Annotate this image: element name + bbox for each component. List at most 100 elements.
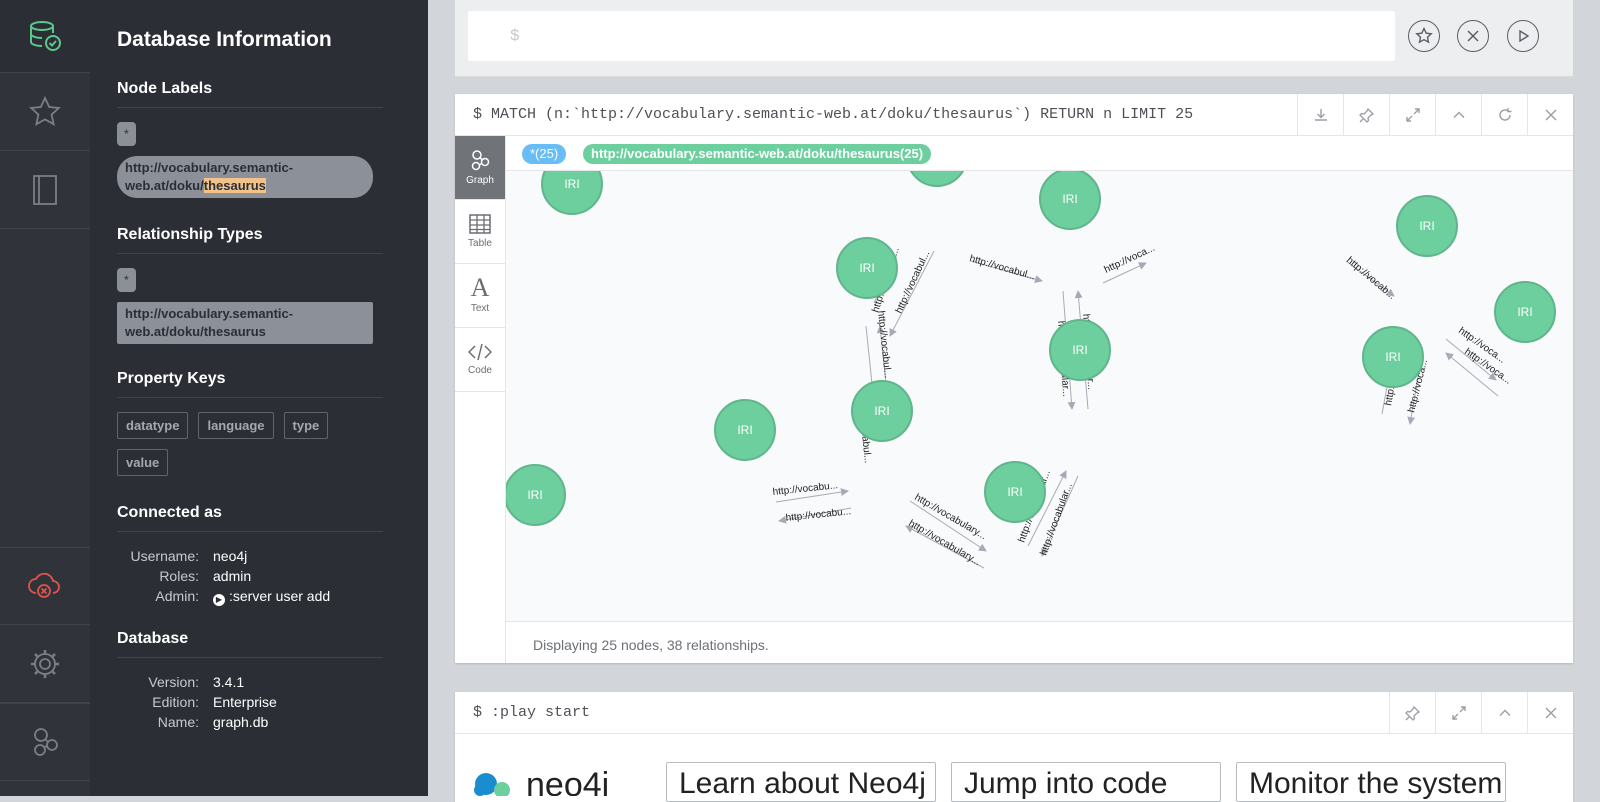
tab-code[interactable]: Code — [455, 328, 505, 392]
property-keys-heading: Property Keys — [117, 370, 383, 398]
name-row: Name: graph.db — [117, 712, 428, 732]
play-frame-header: $ :play start — [455, 692, 1573, 734]
username-value: neo4j — [213, 548, 248, 564]
favorites-nav-button[interactable] — [0, 73, 90, 151]
neo4j-logo-icon — [474, 773, 510, 796]
close-frame-button[interactable] — [1527, 94, 1573, 136]
settings-nav-button[interactable] — [0, 625, 90, 703]
all-relationship-types-pill[interactable]: * — [117, 268, 136, 292]
tab-graph[interactable]: Graph — [455, 136, 505, 200]
code-icon — [468, 343, 492, 361]
tab-table[interactable]: Table — [455, 200, 505, 264]
property-key-type[interactable]: type — [283, 412, 329, 439]
node-caption: IRI — [737, 423, 752, 437]
node-label-highlight: thesaurus — [203, 178, 266, 193]
graph-svg: http://vocabul... http://vocabul... http… — [506, 171, 1556, 569]
code-card[interactable]: Jump into code — [951, 762, 1221, 802]
query-editor-bar: $ — [455, 0, 1573, 77]
node-caption: IRI — [1007, 485, 1022, 499]
edge-caption: http://vocabu... — [772, 480, 838, 498]
refresh-icon — [1498, 108, 1511, 121]
table-icon — [469, 214, 491, 234]
roles-row: Roles: admin — [117, 566, 428, 586]
play-icon: ▶ — [213, 594, 225, 606]
database-info-drawer: Database Information Node Labels * http:… — [90, 0, 428, 796]
admin-command-link[interactable]: ▶:server user add — [213, 586, 330, 606]
all-node-labels-pill[interactable]: * — [117, 122, 136, 146]
legend-all-pill[interactable]: *(25) — [522, 144, 567, 164]
version-row: Version: 3.4.1 — [117, 672, 428, 692]
database-nav-button[interactable] — [0, 0, 90, 73]
rerun-button[interactable] — [1481, 94, 1527, 136]
username-row: Username: neo4j — [117, 546, 428, 566]
node-caption: IRI — [874, 404, 889, 418]
relationship-type-pill[interactable]: http://vocabulary.semantic-web.at/doku/t… — [117, 302, 373, 344]
admin-label: Admin: — [155, 588, 199, 604]
tab-text-label: Text — [470, 303, 490, 314]
roles-value: admin — [213, 568, 252, 584]
view-tabs: Graph Table A Text Code — [455, 136, 506, 663]
name-value: graph.db — [213, 714, 269, 730]
cloud-error-icon — [28, 572, 60, 598]
close-frame-button[interactable] — [1527, 692, 1573, 734]
monitor-card[interactable]: Monitor the system — [1236, 762, 1506, 802]
frame-toolbar — [1297, 94, 1573, 136]
fullscreen-button[interactable] — [1389, 94, 1435, 136]
query-editor-input[interactable]: $ — [468, 11, 1395, 61]
property-key-value[interactable]: value — [117, 449, 169, 476]
legend-label-pill[interactable]: http://vocabulary.semantic-web.at/doku/t… — [583, 144, 932, 164]
sidebar-nav — [0, 0, 90, 796]
property-key-datatype[interactable]: datatype — [117, 412, 189, 439]
connection-nav-button[interactable] — [0, 547, 90, 625]
run-query-button[interactable] — [1507, 20, 1539, 52]
name-label: Name: — [157, 714, 199, 730]
node-caption: IRI — [564, 177, 579, 191]
edge-caption: http://vocab... — [1344, 255, 1397, 302]
edition-label: Edition: — [152, 694, 199, 710]
neo4j-icon — [34, 728, 58, 756]
nodes — [506, 171, 1556, 526]
export-button[interactable] — [1297, 94, 1343, 136]
play-frame-toolbar — [1389, 692, 1573, 734]
play-icon — [1519, 29, 1530, 43]
tab-table-label: Table — [468, 238, 492, 249]
pin-button[interactable] — [1343, 94, 1389, 136]
tab-text[interactable]: A Text — [455, 264, 505, 328]
pin-icon — [1404, 705, 1420, 721]
expand-icon — [1405, 108, 1420, 122]
favorite-button[interactable] — [1408, 20, 1440, 52]
pin-button[interactable] — [1389, 692, 1435, 734]
username-label: Username: — [130, 548, 199, 564]
learn-card[interactable]: Learn about Neo4j — [666, 762, 936, 802]
node-caption: IRI — [859, 261, 874, 275]
admin-row: Admin: ▶:server user add — [117, 586, 428, 606]
close-icon — [1467, 30, 1479, 42]
node-label-pill[interactable]: http://vocabulary.semantic-web.at/doku/t… — [117, 156, 373, 198]
fullscreen-button[interactable] — [1435, 692, 1481, 734]
node-caption: IRI — [1517, 305, 1532, 319]
collapse-button[interactable] — [1435, 94, 1481, 136]
collapse-button[interactable] — [1481, 692, 1527, 734]
database-heading: Database — [117, 630, 383, 658]
clear-editor-button[interactable] — [1457, 20, 1489, 52]
frame-query-text[interactable]: $ MATCH (n:`http://vocabulary.semantic-w… — [473, 106, 1193, 123]
graph-icon — [471, 150, 490, 171]
node-caption: IRI — [1062, 192, 1077, 206]
result-frame: $ MATCH (n:`http://vocabulary.semantic-w… — [455, 94, 1573, 663]
graph-legend: *(25) http://vocabulary.semantic-web.at/… — [506, 136, 1573, 171]
property-keys-list: datatype language type value — [117, 412, 377, 476]
close-icon — [1545, 707, 1556, 719]
connected-as-heading: Connected as — [117, 504, 383, 532]
edge-caption: http://vocabul... — [875, 310, 893, 379]
documents-nav-button[interactable] — [0, 151, 90, 229]
graph-canvas[interactable]: http://vocabul... http://vocabul... http… — [506, 171, 1573, 621]
graph-node[interactable] — [907, 171, 967, 187]
expand-icon — [1451, 706, 1466, 720]
property-key-language[interactable]: language — [198, 412, 274, 439]
book-icon — [33, 174, 57, 205]
about-nav-button[interactable] — [0, 703, 90, 781]
roles-label: Roles: — [159, 568, 199, 584]
relationship-types-heading: Relationship Types — [117, 226, 383, 254]
play-frame-query[interactable]: $ :play start — [473, 704, 590, 721]
edge-caption: http://vocabul... — [894, 249, 933, 315]
